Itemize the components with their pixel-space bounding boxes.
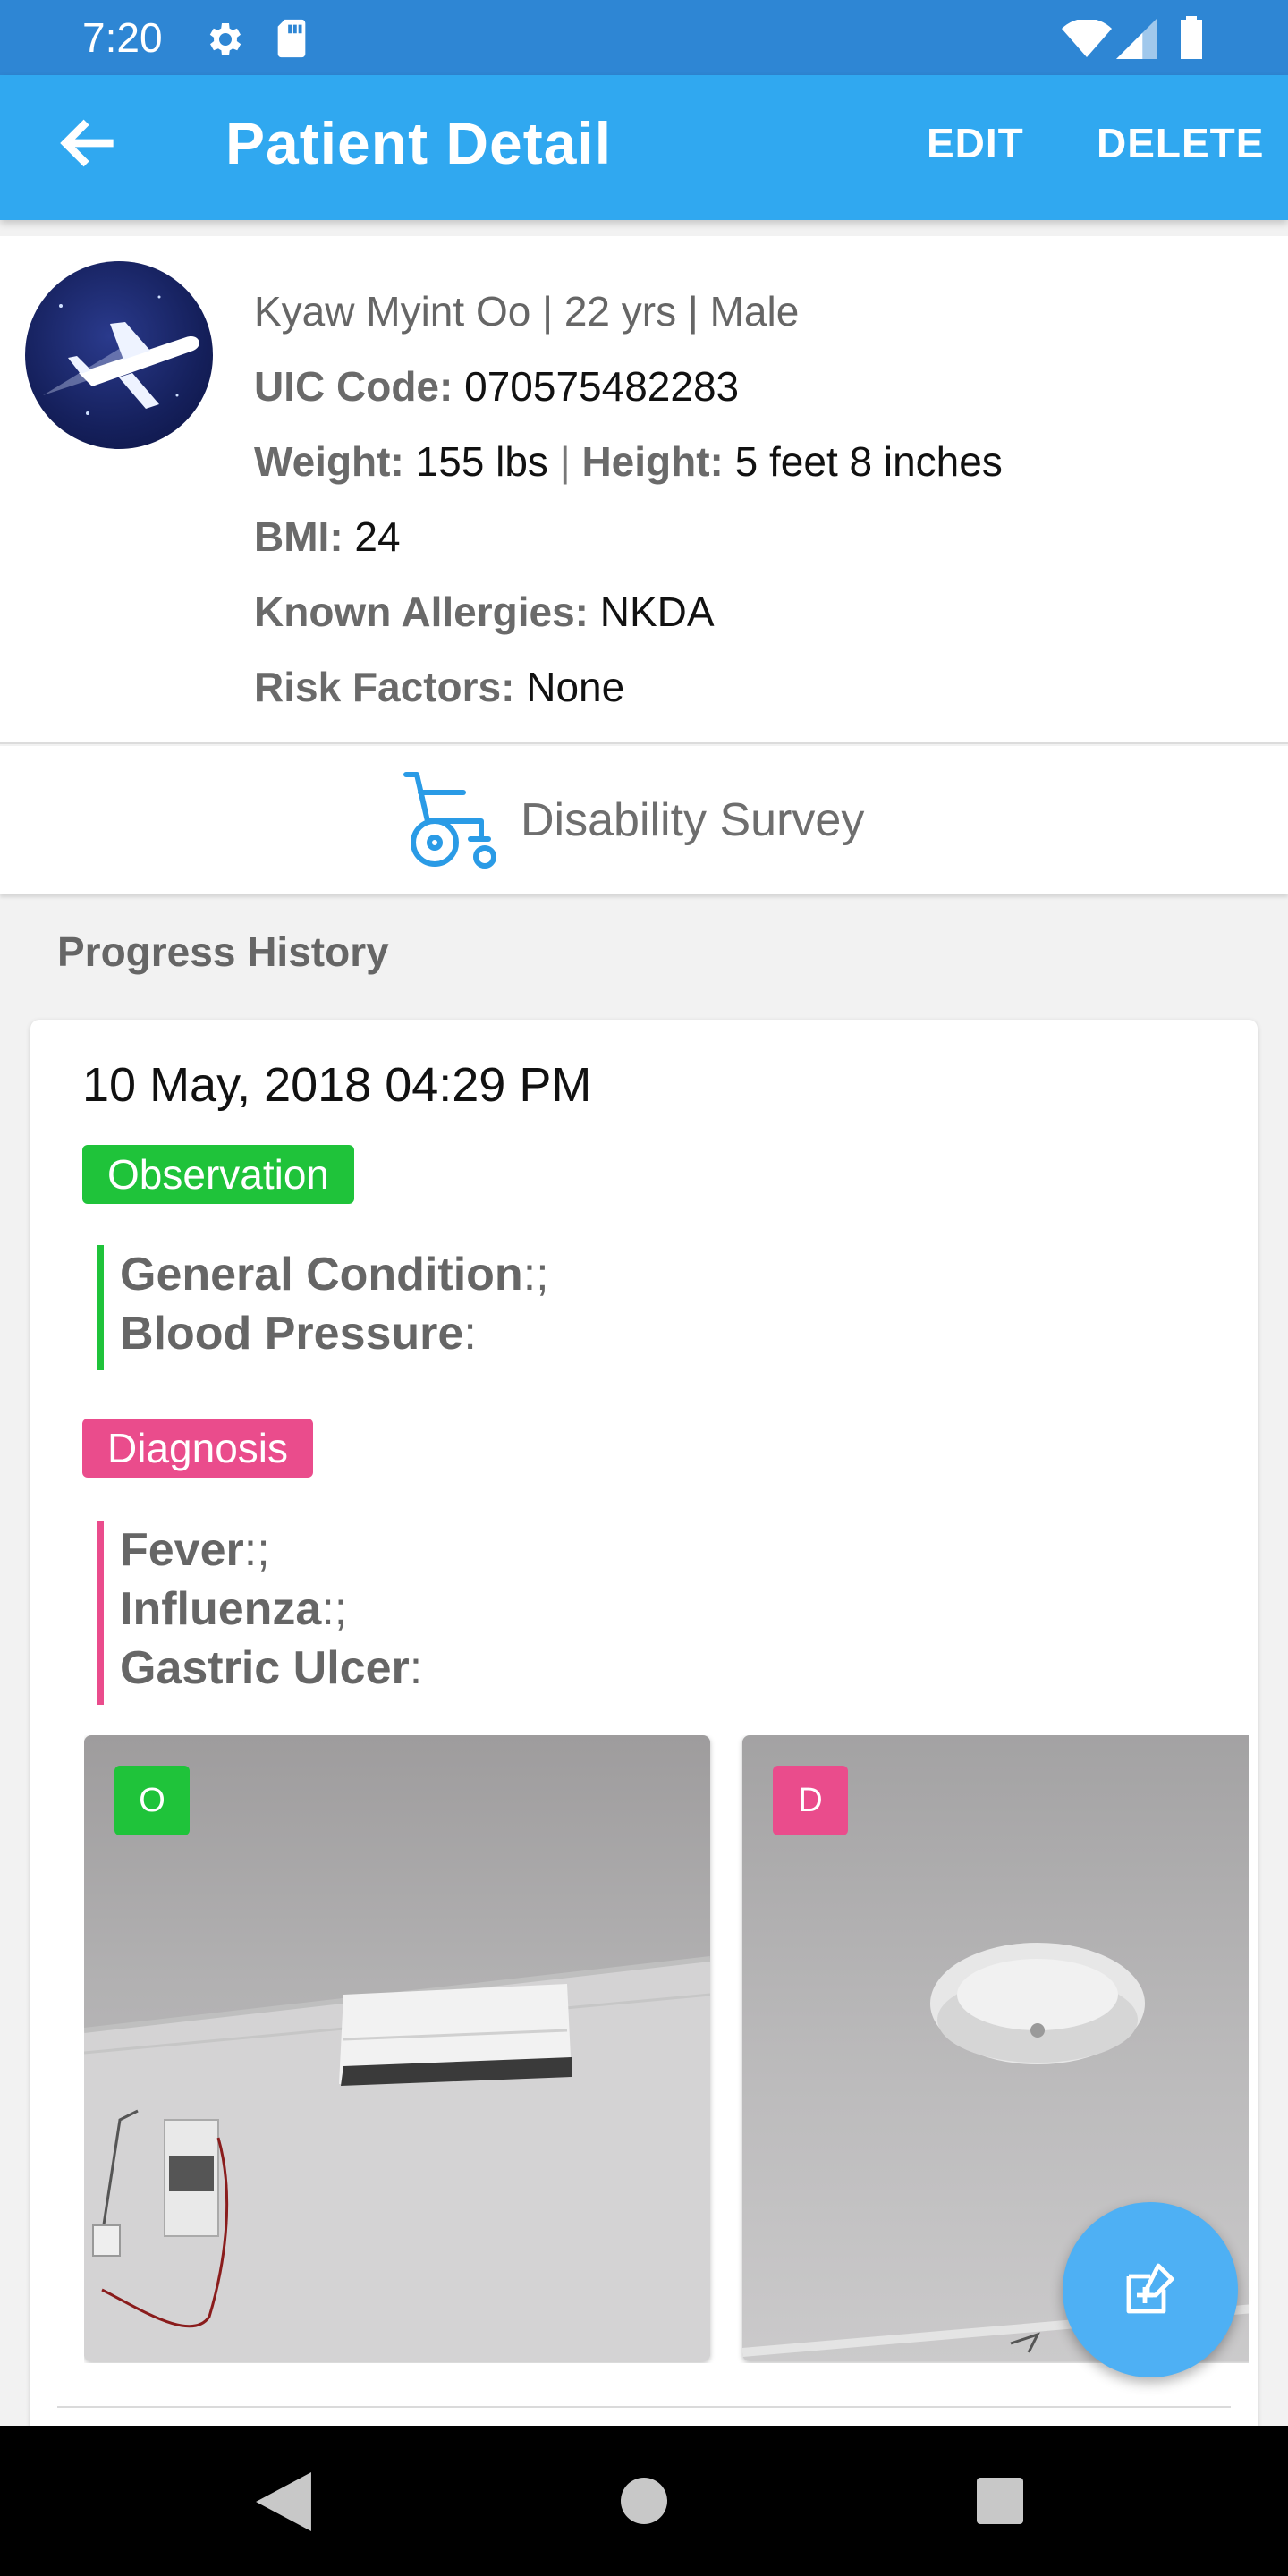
wheelchair-icon bbox=[403, 772, 496, 869]
list-item: Influenza:; bbox=[120, 1583, 348, 1635]
battery-icon bbox=[1181, 16, 1202, 59]
allergies-value: NKDA bbox=[599, 589, 715, 635]
allergies-row: Known Allergies: NKDA bbox=[254, 574, 1003, 649]
diagnosis-list: Fever:; Influenza:; Gastric Ulcer: bbox=[97, 1521, 422, 1705]
diagnosis-badge: Diagnosis bbox=[82, 1419, 313, 1478]
observation-photo-tag: O bbox=[114, 1766, 190, 1835]
nav-back-icon[interactable] bbox=[256, 2472, 311, 2531]
bmi-label: BMI: bbox=[254, 513, 343, 560]
patient-details: Kyaw Myint Oo | 22 yrs | Male UIC Code: … bbox=[254, 274, 1003, 724]
bmi-row: BMI: 24 bbox=[254, 499, 1003, 574]
photo-thumbnail[interactable]: O bbox=[84, 1735, 710, 2361]
edit-button[interactable]: EDIT bbox=[927, 109, 1024, 177]
risk-factors-label: Risk Factors: bbox=[254, 664, 515, 710]
patient-summary: Kyaw Myint Oo | 22 yrs | Male bbox=[254, 288, 800, 335]
bmi-value: 24 bbox=[354, 513, 401, 560]
delete-button[interactable]: DELETE bbox=[1097, 109, 1264, 177]
page-title: Patient Detail bbox=[225, 110, 613, 176]
diagnosis-bar bbox=[97, 1521, 104, 1705]
separator: | bbox=[559, 438, 571, 485]
allergies-label: Known Allergies: bbox=[254, 589, 589, 635]
weight-value: 155 lbs bbox=[415, 438, 548, 485]
uic-code-value: 070575482283 bbox=[464, 363, 740, 410]
height-label: Height: bbox=[581, 438, 724, 485]
risk-factors-row: Risk Factors: None bbox=[254, 649, 1003, 724]
sd-card-icon bbox=[277, 19, 306, 58]
wifi-icon bbox=[1062, 20, 1112, 57]
add-progress-fab[interactable] bbox=[1063, 2202, 1238, 2377]
add-note-icon bbox=[1126, 2263, 1174, 2314]
status-time: 7:20 bbox=[82, 14, 163, 61]
status-bar: 7:20 bbox=[0, 0, 1288, 75]
height-value: 5 feet 8 inches bbox=[734, 438, 1003, 485]
progress-entry-card[interactable]: 10 May, 2018 04:29 PM Observation Genera… bbox=[30, 1020, 1258, 2576]
airplane-icon bbox=[43, 295, 199, 415]
uic-code-label: UIC Code: bbox=[254, 363, 453, 410]
list-item: General Condition:; bbox=[120, 1249, 549, 1301]
weight-label: Weight: bbox=[254, 438, 404, 485]
risk-factors-value: None bbox=[526, 664, 625, 710]
gear-icon bbox=[209, 23, 242, 55]
disability-survey-label: Disability Survey bbox=[521, 794, 865, 846]
nav-recents-icon[interactable] bbox=[977, 2478, 1023, 2524]
system-navigation-bar bbox=[0, 2426, 1288, 2576]
list-item: Fever:; bbox=[120, 1524, 270, 1576]
signal-icon bbox=[1116, 18, 1157, 59]
disability-survey-button[interactable]: Disability Survey bbox=[0, 746, 1288, 894]
patient-info-card: Kyaw Myint Oo | 22 yrs | Male UIC Code: … bbox=[0, 236, 1288, 744]
back-arrow-icon[interactable] bbox=[54, 107, 125, 179]
nav-home-icon[interactable] bbox=[621, 2478, 667, 2524]
diagnosis-photo-tag: D bbox=[773, 1766, 848, 1835]
list-item: Blood Pressure: bbox=[120, 1308, 477, 1360]
divider bbox=[57, 2406, 1231, 2408]
entry-date: 10 May, 2018 04:29 PM bbox=[82, 1058, 592, 1112]
uic-code-row: UIC Code: 070575482283 bbox=[254, 349, 1003, 424]
weight-height-row: Weight: 155 lbs | Height: 5 feet 8 inche… bbox=[254, 424, 1003, 499]
observation-badge: Observation bbox=[82, 1145, 355, 1204]
observation-bar bbox=[97, 1245, 104, 1370]
avatar bbox=[25, 261, 213, 449]
list-item: Gastric Ulcer: bbox=[120, 1642, 423, 1694]
app-bar: Patient Detail EDIT DELETE bbox=[0, 75, 1288, 220]
progress-history-title: Progress History bbox=[57, 928, 389, 975]
observation-list: General Condition:; Blood Pressure: bbox=[97, 1245, 549, 1370]
